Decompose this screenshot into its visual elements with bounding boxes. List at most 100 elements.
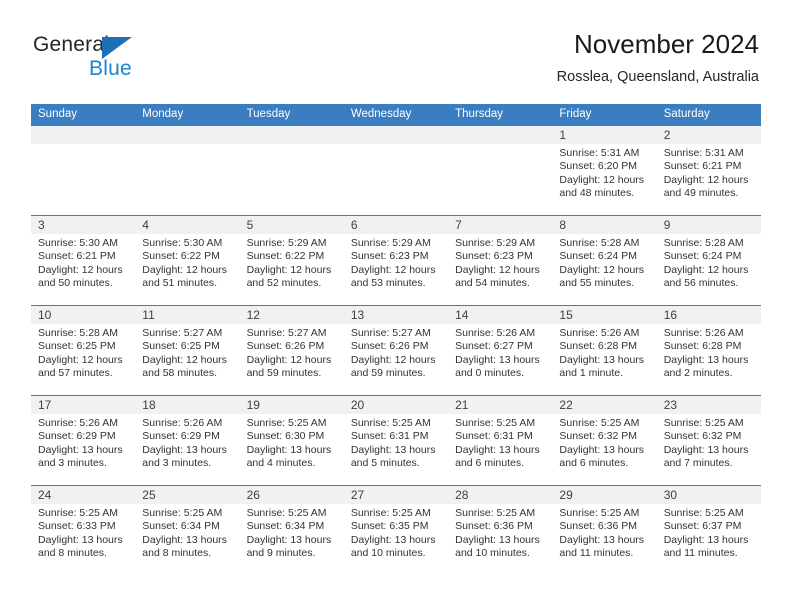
day-cell[interactable]: 23 Sunrise: 5:25 AM Sunset: 6:32 PM Dayl…	[656, 396, 761, 485]
day-info: Sunrise: 5:30 AM Sunset: 6:21 PM Dayligh…	[31, 234, 135, 290]
day-number: 26	[246, 488, 260, 502]
day-cell[interactable]	[239, 126, 344, 215]
calendar-week-row: 3 Sunrise: 5:30 AM Sunset: 6:21 PM Dayli…	[31, 215, 761, 305]
sunset-text: Sunset: 6:21 PM	[38, 250, 116, 263]
day-cell[interactable]: 15 Sunrise: 5:26 AM Sunset: 6:28 PM Dayl…	[552, 306, 657, 395]
day-number-band: 25	[135, 486, 240, 504]
day-cell[interactable]: 9 Sunrise: 5:28 AM Sunset: 6:24 PM Dayli…	[656, 216, 761, 305]
sunrise-text: Sunrise: 5:28 AM	[663, 237, 744, 249]
sunset-text: Sunset: 6:30 PM	[246, 430, 325, 443]
day-info: Sunrise: 5:28 AM Sunset: 6:24 PM Dayligh…	[657, 234, 761, 290]
daylight-text-line2: and 54 minutes.	[455, 276, 530, 289]
daylight-text-line2: and 59 minutes.	[246, 366, 322, 379]
day-cell[interactable]	[31, 126, 136, 215]
day-number-band: 23	[656, 396, 761, 414]
sunrise-text: Sunrise: 5:30 AM	[142, 237, 223, 249]
daylight-text-line1: Daylight: 13 hours	[559, 533, 645, 546]
day-number: 13	[350, 308, 365, 322]
day-cell[interactable]: 26 Sunrise: 5:25 AM Sunset: 6:34 PM Dayl…	[239, 486, 344, 575]
day-cell[interactable]: 5 Sunrise: 5:29 AM Sunset: 6:22 PM Dayli…	[239, 216, 344, 305]
daylight-text-line1: Daylight: 12 hours	[455, 263, 540, 276]
day-cell[interactable]	[448, 126, 553, 215]
day-number-band	[135, 126, 240, 144]
sunset-text: Sunset: 6:24 PM	[559, 250, 638, 263]
day-cell[interactable]: 14 Sunrise: 5:26 AM Sunset: 6:27 PM Dayl…	[448, 306, 553, 395]
day-info: Sunrise: 5:25 AM Sunset: 6:35 PM Dayligh…	[344, 504, 448, 560]
day-cell[interactable]: 27 Sunrise: 5:25 AM Sunset: 6:35 PM Dayl…	[343, 486, 449, 575]
sunrise-text: Sunrise: 5:31 AM	[559, 147, 640, 159]
sunset-text: Sunset: 6:36 PM	[455, 520, 533, 533]
day-number-band: 30	[656, 486, 761, 504]
day-info: Sunrise: 5:25 AM Sunset: 6:34 PM Dayligh…	[135, 504, 239, 560]
day-cell[interactable]: 8 Sunrise: 5:28 AM Sunset: 6:24 PM Dayli…	[552, 216, 657, 305]
day-cell[interactable]: 19 Sunrise: 5:25 AM Sunset: 6:30 PM Dayl…	[239, 396, 344, 485]
day-number: 23	[663, 398, 678, 412]
day-info: Sunrise: 5:26 AM Sunset: 6:28 PM Dayligh…	[657, 324, 761, 380]
logo-text-general: General	[33, 33, 110, 56]
daylight-text-line1: Daylight: 12 hours	[559, 173, 645, 186]
sunrise-text: Sunrise: 5:25 AM	[455, 417, 536, 429]
daylight-text-line1: Daylight: 13 hours	[350, 533, 436, 546]
day-number-band: 14	[448, 306, 553, 324]
daylight-text-line2: and 50 minutes.	[38, 276, 113, 289]
day-cell[interactable]: 11 Sunrise: 5:27 AM Sunset: 6:25 PM Dayl…	[135, 306, 240, 395]
day-number-band: 1	[552, 126, 657, 144]
sunrise-text: Sunrise: 5:28 AM	[38, 327, 118, 339]
sunrise-text: Sunrise: 5:25 AM	[350, 507, 431, 519]
day-cell[interactable]: 1 Sunrise: 5:31 AM Sunset: 6:20 PM Dayli…	[552, 126, 657, 215]
daylight-text-line1: Daylight: 13 hours	[455, 443, 540, 456]
sunset-text: Sunset: 6:22 PM	[142, 250, 220, 263]
sunrise-text: Sunrise: 5:25 AM	[142, 507, 223, 519]
day-info: Sunrise: 5:27 AM Sunset: 6:26 PM Dayligh…	[344, 324, 448, 380]
daylight-text-line1: Daylight: 13 hours	[663, 443, 749, 456]
daylight-text-line2: and 1 minute.	[559, 366, 624, 379]
day-info: Sunrise: 5:28 AM Sunset: 6:24 PM Dayligh…	[552, 234, 656, 290]
day-cell[interactable]: 4 Sunrise: 5:30 AM Sunset: 6:22 PM Dayli…	[135, 216, 240, 305]
day-cell[interactable]: 20 Sunrise: 5:25 AM Sunset: 6:31 PM Dayl…	[343, 396, 449, 485]
day-cell[interactable]: 10 Sunrise: 5:28 AM Sunset: 6:25 PM Dayl…	[31, 306, 136, 395]
weekday-header-row: Sunday Monday Tuesday Wednesday Thursday…	[31, 104, 761, 125]
calendar-week-row: 10 Sunrise: 5:28 AM Sunset: 6:25 PM Dayl…	[31, 305, 761, 395]
day-number-band: 6	[343, 216, 449, 234]
day-number: 28	[455, 488, 469, 502]
day-number-band	[343, 126, 449, 144]
day-cell[interactable]: 6 Sunrise: 5:29 AM Sunset: 6:23 PM Dayli…	[343, 216, 449, 305]
daylight-text-line1: Daylight: 12 hours	[142, 263, 227, 276]
daylight-text-line2: and 49 minutes.	[663, 186, 739, 199]
day-cell[interactable]: 25 Sunrise: 5:25 AM Sunset: 6:34 PM Dayl…	[135, 486, 240, 575]
day-number: 1	[559, 128, 567, 142]
day-cell[interactable]: 3 Sunrise: 5:30 AM Sunset: 6:21 PM Dayli…	[31, 216, 136, 305]
day-cell[interactable]: 21 Sunrise: 5:25 AM Sunset: 6:31 PM Dayl…	[448, 396, 553, 485]
daylight-text-line1: Daylight: 13 hours	[142, 533, 227, 546]
sunset-text: Sunset: 6:36 PM	[559, 520, 638, 533]
daylight-text-line1: Daylight: 13 hours	[142, 443, 227, 456]
sunset-text: Sunset: 6:37 PM	[663, 520, 742, 533]
day-number-band: 3	[31, 216, 136, 234]
day-cell[interactable]: 24 Sunrise: 5:25 AM Sunset: 6:33 PM Dayl…	[31, 486, 136, 575]
day-cell[interactable]: 29 Sunrise: 5:25 AM Sunset: 6:36 PM Dayl…	[552, 486, 657, 575]
daylight-text-line2: and 10 minutes.	[350, 546, 426, 559]
day-number: 16	[663, 308, 678, 322]
day-number-band: 7	[448, 216, 553, 234]
sunrise-text: Sunrise: 5:25 AM	[663, 417, 744, 429]
day-cell[interactable]: 16 Sunrise: 5:26 AM Sunset: 6:28 PM Dayl…	[656, 306, 761, 395]
day-number: 5	[246, 218, 254, 232]
day-cell[interactable]: 13 Sunrise: 5:27 AM Sunset: 6:26 PM Dayl…	[343, 306, 449, 395]
weekday-header-sunday: Sunday	[38, 108, 78, 120]
day-cell[interactable]: 2 Sunrise: 5:31 AM Sunset: 6:21 PM Dayli…	[656, 126, 761, 215]
calendar-week-row: 1 Sunrise: 5:31 AM Sunset: 6:20 PM Dayli…	[31, 125, 761, 215]
day-cell[interactable]: 17 Sunrise: 5:26 AM Sunset: 6:29 PM Dayl…	[31, 396, 136, 485]
day-cell[interactable]: 30 Sunrise: 5:25 AM Sunset: 6:37 PM Dayl…	[656, 486, 761, 575]
day-cell[interactable]	[135, 126, 240, 215]
day-info: Sunrise: 5:25 AM Sunset: 6:36 PM Dayligh…	[448, 504, 552, 560]
day-cell[interactable]: 22 Sunrise: 5:25 AM Sunset: 6:32 PM Dayl…	[552, 396, 657, 485]
day-info: Sunrise: 5:25 AM Sunset: 6:31 PM Dayligh…	[344, 414, 448, 470]
sunset-text: Sunset: 6:20 PM	[559, 160, 638, 173]
day-cell[interactable]: 7 Sunrise: 5:29 AM Sunset: 6:23 PM Dayli…	[448, 216, 553, 305]
sunrise-text: Sunrise: 5:26 AM	[38, 417, 118, 429]
day-cell[interactable]: 12 Sunrise: 5:27 AM Sunset: 6:26 PM Dayl…	[239, 306, 344, 395]
day-cell[interactable]	[343, 126, 449, 215]
day-cell[interactable]: 18 Sunrise: 5:26 AM Sunset: 6:29 PM Dayl…	[135, 396, 240, 485]
day-cell[interactable]: 28 Sunrise: 5:25 AM Sunset: 6:36 PM Dayl…	[448, 486, 553, 575]
day-number-band: 21	[448, 396, 553, 414]
